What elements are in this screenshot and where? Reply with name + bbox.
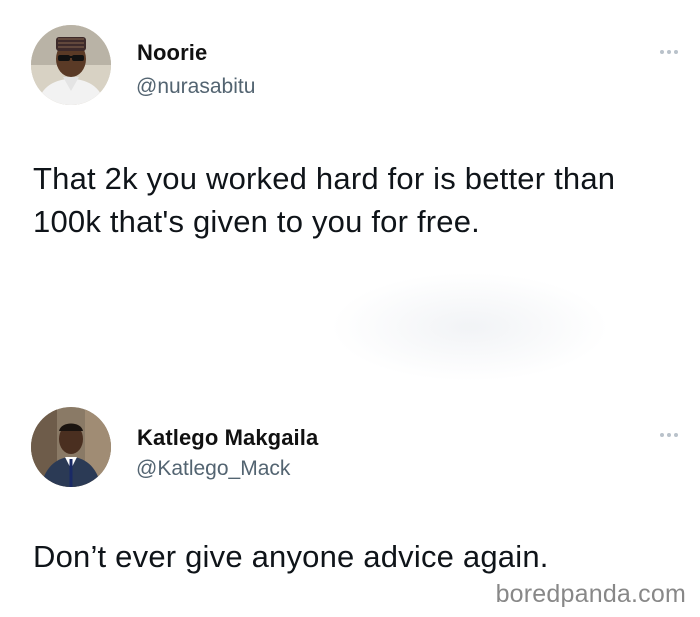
more-icon <box>674 433 678 437</box>
avatar[interactable] <box>31 407 111 487</box>
more-icon <box>674 50 678 54</box>
user-avatar-icon <box>31 407 111 487</box>
tweet-text: That 2k you worked hard for is better th… <box>33 161 616 239</box>
user-avatar-icon <box>31 25 111 105</box>
image-artifact <box>330 272 610 382</box>
more-options-button[interactable] <box>654 44 684 60</box>
tweet-text: Don’t ever give anyone advice again. <box>33 539 549 574</box>
watermark: boredpanda.com <box>495 580 686 608</box>
more-icon <box>660 433 664 437</box>
display-name[interactable]: Katlego Makgaila <box>137 425 318 451</box>
user-handle[interactable]: @nurasabitu <box>136 75 255 99</box>
user-handle[interactable]: @Katlego_Mack <box>136 457 290 481</box>
more-icon <box>667 433 671 437</box>
avatar[interactable] <box>31 25 111 105</box>
tweet-card[interactable]: Noorie @nurasabitu That 2k you worked ha… <box>0 0 700 300</box>
more-options-button[interactable] <box>654 427 684 443</box>
display-name[interactable]: Noorie <box>137 40 207 66</box>
more-icon <box>667 50 671 54</box>
more-icon <box>660 50 664 54</box>
